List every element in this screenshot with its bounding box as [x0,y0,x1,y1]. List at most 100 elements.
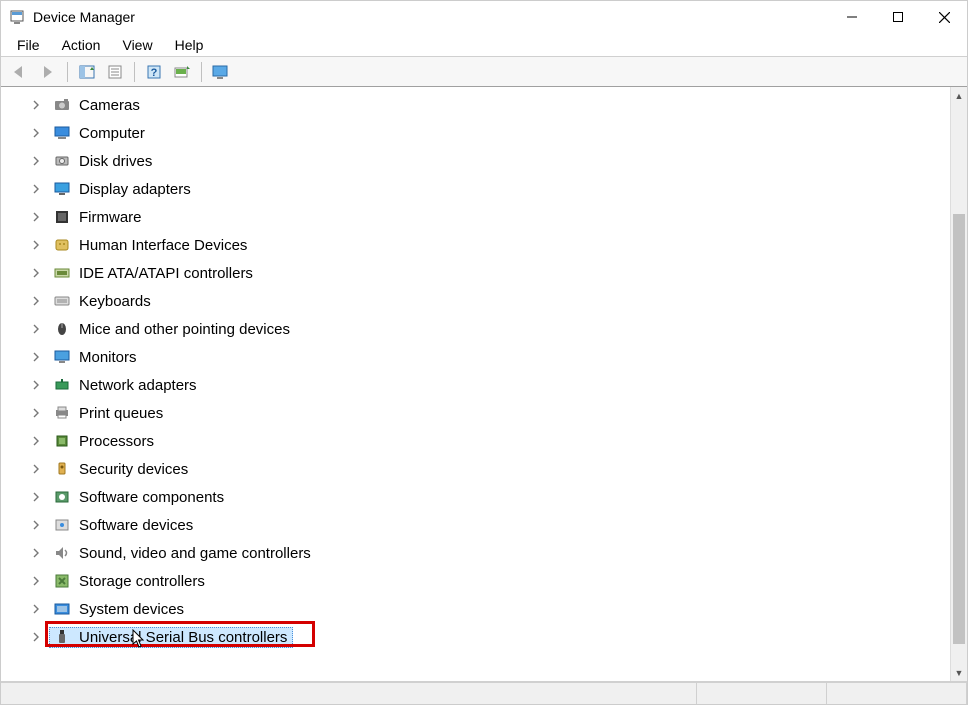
tree-item-content[interactable]: Mice and other pointing devices [49,319,296,340]
scroll-down-arrow[interactable]: ▼ [951,664,967,681]
scroll-thumb[interactable] [953,214,965,644]
tree-item[interactable]: System devices [1,595,950,623]
expand-chevron-icon[interactable] [29,630,43,644]
tree-item-content[interactable]: Cameras [49,95,146,116]
tree-item[interactable]: IDE ATA/ATAPI controllers [1,259,950,287]
expand-chevron-icon[interactable] [29,434,43,448]
disk-icon [53,152,71,170]
tree-item-content[interactable]: IDE ATA/ATAPI controllers [49,263,259,284]
expand-chevron-icon[interactable] [29,518,43,532]
forward-button[interactable] [35,60,61,84]
tree-item[interactable]: Monitors [1,343,950,371]
expand-chevron-icon[interactable] [29,126,43,140]
printer-icon [53,404,71,422]
back-button[interactable] [7,60,33,84]
tree-item-content[interactable]: Software devices [49,515,199,536]
expand-chevron-icon[interactable] [29,154,43,168]
tree-item-label: Storage controllers [77,572,207,591]
tree-item-content[interactable]: Network adapters [49,375,203,396]
scroll-up-arrow[interactable]: ▲ [951,87,967,104]
expand-chevron-icon[interactable] [29,294,43,308]
tree-item[interactable]: Network adapters [1,371,950,399]
tree-item[interactable]: Storage controllers [1,567,950,595]
minimize-button[interactable] [829,1,875,33]
tree-item[interactable]: Processors [1,427,950,455]
expand-chevron-icon[interactable] [29,462,43,476]
menubar: File Action View Help [1,33,967,57]
tree-item-content[interactable]: Display adapters [49,179,197,200]
tree-item-content[interactable]: Print queues [49,403,169,424]
expand-chevron-icon[interactable] [29,546,43,560]
status-cell [1,683,697,704]
tree-item-label: Print queues [77,404,165,423]
tree-item-content[interactable]: Sound, video and game controllers [49,543,317,564]
vertical-scrollbar[interactable]: ▲ ▼ [950,87,967,681]
tree-item-label: Universal Serial Bus controllers [77,628,289,647]
tree-item[interactable]: Universal Serial Bus controllers [1,623,950,651]
expand-chevron-icon[interactable] [29,574,43,588]
tree-item[interactable]: Software devices [1,511,950,539]
tree-item[interactable]: Computer [1,119,950,147]
tree-item-label: Processors [77,432,156,451]
tree-item[interactable]: Security devices [1,455,950,483]
window-title: Device Manager [33,9,135,25]
expand-chevron-icon[interactable] [29,210,43,224]
tree-item-label: Software devices [77,516,195,535]
content-area: Cameras Computer Disk drives Display adapte… [1,87,967,682]
toolbar: ? [1,57,967,87]
tree-item[interactable]: Mice and other pointing devices [1,315,950,343]
expand-chevron-icon[interactable] [29,490,43,504]
expand-chevron-icon[interactable] [29,238,43,252]
tree-item[interactable]: Cameras [1,91,950,119]
tree-item-content[interactable]: Processors [49,431,160,452]
tree-item-content[interactable]: System devices [49,599,190,620]
device-tree[interactable]: Cameras Computer Disk drives Display adapte… [1,87,950,681]
menu-action[interactable]: Action [52,35,111,55]
menu-help[interactable]: Help [165,35,214,55]
expand-chevron-icon[interactable] [29,406,43,420]
tree-item-content[interactable]: Security devices [49,459,194,480]
tree-item[interactable]: Human Interface Devices [1,231,950,259]
expand-chevron-icon[interactable] [29,98,43,112]
tree-item-content[interactable]: Disk drives [49,151,158,172]
tree-item-content[interactable]: Software components [49,487,230,508]
expand-chevron-icon[interactable] [29,266,43,280]
help-button[interactable]: ? [141,60,167,84]
statusbar [1,682,967,704]
tree-item-content[interactable]: Human Interface Devices [49,235,253,256]
close-button[interactable] [921,1,967,33]
tree-item[interactable]: Software components [1,483,950,511]
maximize-button[interactable] [875,1,921,33]
tree-item-content[interactable]: Storage controllers [49,571,211,592]
tree-item-label: Firmware [77,208,144,227]
expand-chevron-icon[interactable] [29,322,43,336]
tree-item-content[interactable]: Universal Serial Bus controllers [49,627,293,648]
tree-item[interactable]: Print queues [1,399,950,427]
monitor-button[interactable] [208,60,234,84]
firmware-icon [53,208,71,226]
expand-chevron-icon[interactable] [29,350,43,364]
show-hide-tree-button[interactable] [74,60,100,84]
expand-chevron-icon[interactable] [29,182,43,196]
menu-file[interactable]: File [7,35,50,55]
tree-item-content[interactable]: Keyboards [49,291,157,312]
tree-item-label: Human Interface Devices [77,236,249,255]
tree-item[interactable]: Disk drives [1,147,950,175]
tree-item-label: Disk drives [77,152,154,171]
sound-icon [53,544,71,562]
tree-item-content[interactable]: Firmware [49,207,148,228]
hid-icon [53,236,71,254]
tree-item[interactable]: Firmware [1,203,950,231]
tree-item[interactable]: Sound, video and game controllers [1,539,950,567]
tree-item[interactable]: Keyboards [1,287,950,315]
tree-item-label: Network adapters [77,376,199,395]
tree-item-content[interactable]: Monitors [49,347,143,368]
menu-view[interactable]: View [112,35,162,55]
tree-item-content[interactable]: Computer [49,123,151,144]
expand-chevron-icon[interactable] [29,378,43,392]
scroll-track[interactable] [951,104,967,664]
scan-hardware-button[interactable] [169,60,195,84]
properties-button[interactable] [102,60,128,84]
tree-item[interactable]: Display adapters [1,175,950,203]
expand-chevron-icon[interactable] [29,602,43,616]
